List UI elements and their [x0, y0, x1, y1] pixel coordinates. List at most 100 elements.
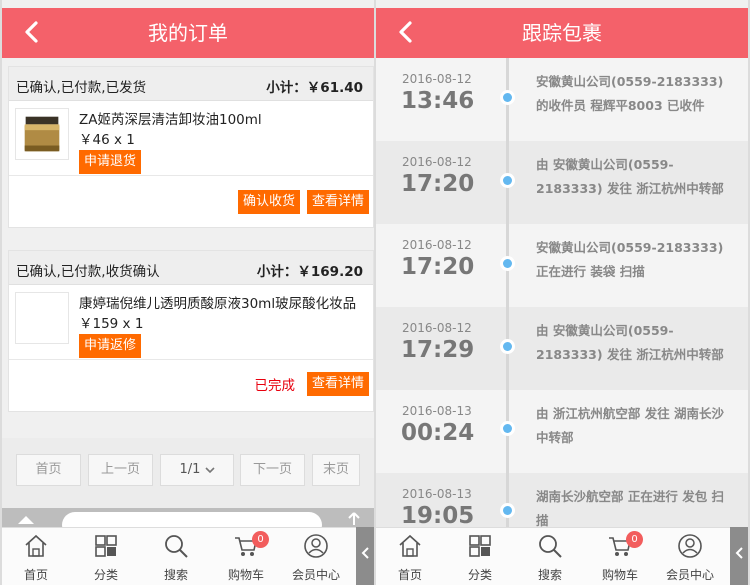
view-details-button[interactable]: 查看详情: [306, 372, 369, 396]
tab-cart[interactable]: 0 购物车: [585, 528, 655, 585]
event-date: 2016-08-12: [402, 155, 472, 169]
event-date: 2016-08-13: [402, 487, 472, 501]
event-time: 00:24: [401, 420, 475, 446]
event-description: 湖南长沙航空部 正在进行 发包 扫描: [536, 489, 725, 528]
bottom-tabbar: 首页 分类 搜索 0 购物车 会员中心: [376, 527, 748, 585]
side-collapse-handle[interactable]: [730, 527, 748, 585]
event-description: 安徽黄山公司(0559-2183333) 正在进行 装袋 扫描: [536, 240, 724, 279]
order-subtotal: 小计：￥169.20: [256, 264, 363, 280]
event-date: 2016-08-12: [402, 321, 472, 335]
tab-member-label: 会员中心: [291, 568, 340, 582]
order-header: 已确认,已付款,已发货 小计：￥61.40: [9, 67, 373, 101]
event-description: 由 浙江杭州航空部 发往 湖南长沙中转部: [536, 406, 725, 445]
tab-search-label: 搜索: [163, 568, 188, 582]
home-icon: [399, 534, 421, 557]
tab-home[interactable]: 首页: [2, 528, 71, 585]
prev-page-button[interactable]: 上一页: [88, 454, 153, 486]
completed-status: 已完成: [254, 378, 296, 394]
tab-search[interactable]: 搜索: [515, 528, 585, 585]
page-title: 跟踪包裹: [522, 21, 602, 45]
order-card: 已确认,已付款,收货确认 小计：￥169.20 康婷瑞倪维儿透明质酸原液30ml…: [8, 250, 374, 412]
tracking-screen: 跟踪包裹 2016-08-12 13:46 安徽黄山公司(0559-218333…: [376, 0, 748, 585]
timeline-dot: [500, 173, 515, 188]
page-select[interactable]: 1/1: [160, 454, 234, 486]
tab-home-label: 首页: [23, 568, 48, 582]
tracking-event: 2016-08-12 17:29 由 安徽黄山公司(0559-2183333) …: [376, 307, 748, 390]
header: 跟踪包裹: [376, 8, 748, 58]
header: 我的订单: [2, 8, 374, 58]
tracking-event: 2016-08-12 13:46 安徽黄山公司(0559-2183333) 的收…: [376, 58, 748, 141]
product-thumbnail[interactable]: [15, 292, 69, 344]
search-icon: [165, 535, 188, 558]
tracking-event: 2016-08-12 17:20 由 安徽黄山公司(0559-2183333) …: [376, 141, 748, 224]
event-time: 17:29: [401, 337, 475, 363]
event-date: 2016-08-12: [402, 72, 472, 86]
repair-request-button[interactable]: 申请返修: [79, 334, 142, 358]
product-jar-image: [24, 116, 60, 152]
order-item[interactable]: ZA姬芮深层清洁卸妆油100ml ￥46 x 1 申请退货: [9, 101, 373, 175]
event-time: 19:05: [401, 503, 475, 529]
tab-category[interactable]: 分类: [445, 528, 515, 585]
event-time: 17:20: [401, 171, 475, 197]
tab-search-label: 搜索: [537, 568, 562, 582]
pagination: 首页 上一页 1/1 下一页 末页: [2, 438, 374, 508]
user-icon: [678, 534, 702, 558]
grid-icon: [469, 535, 491, 557]
chevron-left-icon: [735, 547, 743, 559]
tab-member-label: 会员中心: [665, 568, 714, 582]
order-actions: 已完成 查看详情: [9, 359, 373, 411]
event-date: 2016-08-12: [402, 238, 472, 252]
grid-icon: [95, 535, 117, 557]
product-name[interactable]: 康婷瑞倪维儿透明质酸原液30ml玻尿酸化妆品: [79, 292, 356, 312]
order-subtotal: 小计：￥61.40: [266, 80, 363, 96]
event-description: 安徽黄山公司(0559-2183333) 的收件员 程辉平8003 已收件: [536, 74, 724, 113]
timeline-dot: [500, 421, 515, 436]
event-date: 2016-08-13: [402, 404, 472, 418]
product-thumbnail[interactable]: [15, 108, 69, 160]
order-card: 已确认,已付款,已发货 小计：￥61.40 ZA姬芮深层清洁卸妆油100ml ￥…: [8, 66, 374, 228]
tab-category-label: 分类: [467, 568, 492, 582]
product-price-qty: ￥46 x 1: [79, 132, 135, 148]
tab-home[interactable]: 首页: [376, 528, 445, 585]
return-request-button[interactable]: 申请退货: [79, 150, 142, 174]
product-name[interactable]: ZA姬芮深层清洁卸妆油100ml: [79, 108, 262, 128]
order-status: 已确认,已付款,收货确认: [16, 264, 160, 280]
bottom-tabbar: 首页 分类 搜索 0 购物车 会员中心: [2, 527, 374, 585]
confirm-receipt-button[interactable]: 确认收货: [237, 190, 300, 214]
last-page-button[interactable]: 末页: [312, 454, 360, 486]
chevron-left-icon: [361, 547, 369, 559]
first-page-button[interactable]: 首页: [16, 454, 81, 486]
tab-cart-label: 购物车: [227, 568, 264, 582]
tab-category[interactable]: 分类: [71, 528, 141, 585]
side-collapse-handle[interactable]: [356, 527, 374, 585]
timeline-dot: [500, 503, 515, 518]
tab-member[interactable]: 会员中心: [281, 528, 351, 585]
arrow-up-icon[interactable]: [348, 512, 360, 526]
browser-toolbar: [2, 508, 374, 538]
next-page-button[interactable]: 下一页: [240, 454, 305, 486]
tracking-event: 2016-08-13 00:24 由 浙江杭州航空部 发往 湖南长沙中转部: [376, 390, 748, 473]
tab-cart[interactable]: 0 购物车: [211, 528, 281, 585]
home-icon: [25, 534, 47, 557]
timeline-dot: [500, 339, 515, 354]
timeline-dot: [500, 256, 515, 271]
view-details-button[interactable]: 查看详情: [306, 190, 369, 214]
chevron-down-icon: [204, 466, 215, 473]
order-header: 已确认,已付款,收货确认 小计：￥169.20: [9, 251, 373, 285]
search-icon: [539, 535, 562, 558]
tracking-event: 2016-08-12 17:20 安徽黄山公司(0559-2183333) 正在…: [376, 224, 748, 307]
timeline-line: [506, 58, 509, 528]
tab-search[interactable]: 搜索: [141, 528, 211, 585]
order-list-screen: 我的订单 已确认,已付款,已发货 小计：￥61.40 ZA姬芮深层清洁卸妆油10…: [2, 0, 374, 585]
chevron-up-icon[interactable]: [16, 514, 36, 526]
order-actions: 确认收货 查看详情: [9, 175, 373, 227]
page-indicator: 1/1: [179, 462, 201, 477]
cart-badge: 0: [252, 531, 269, 548]
product-price-qty: ￥159 x 1: [79, 316, 144, 332]
timeline-dot: [500, 90, 515, 105]
tab-home-label: 首页: [397, 568, 422, 582]
tab-cart-label: 购物车: [601, 568, 638, 582]
tab-member[interactable]: 会员中心: [655, 528, 725, 585]
order-status: 已确认,已付款,已发货: [16, 80, 147, 96]
order-item[interactable]: 康婷瑞倪维儿透明质酸原液30ml玻尿酸化妆品 ￥159 x 1 申请返修: [9, 285, 373, 359]
